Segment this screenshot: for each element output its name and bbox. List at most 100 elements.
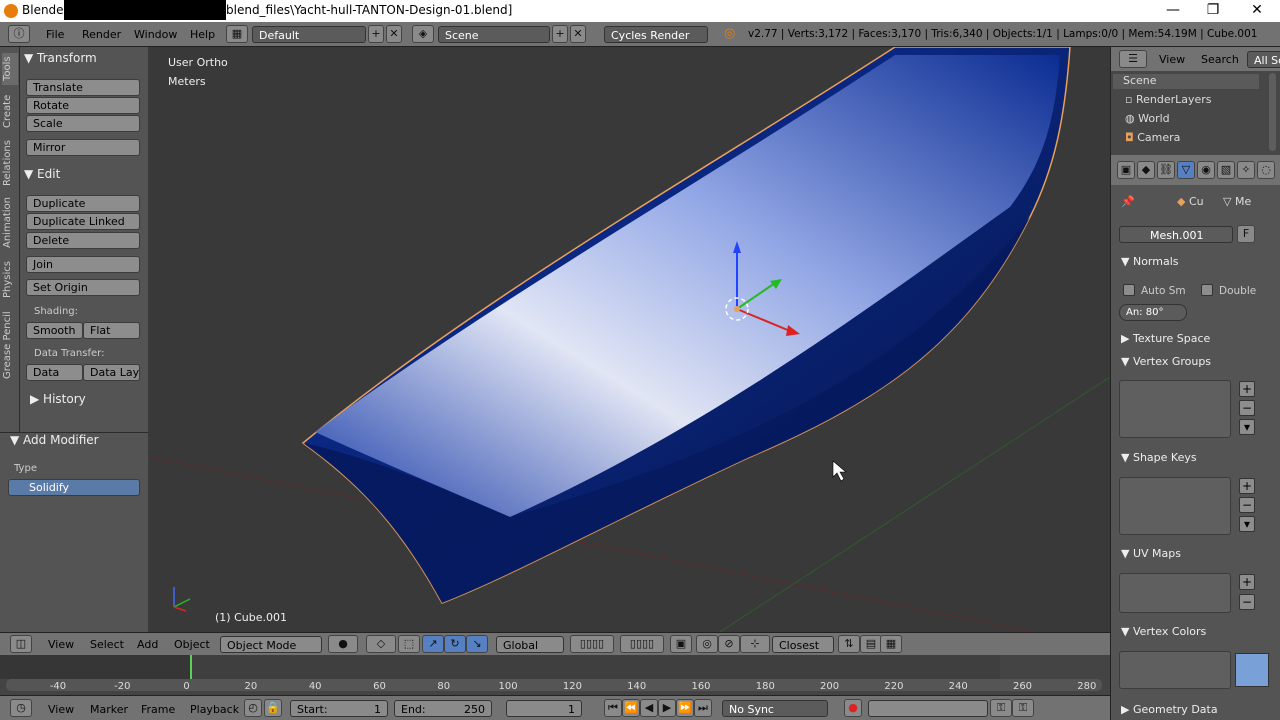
add-scene-icon[interactable]: +	[552, 25, 568, 43]
autosmooth-angle-field[interactable]: An: 80°	[1119, 304, 1187, 321]
maximize-button[interactable]: ❐	[1190, 0, 1236, 22]
object-tab-icon[interactable]: ◆	[1137, 161, 1155, 179]
context-mesh[interactable]: ▽ Me	[1223, 195, 1251, 208]
jump-start-icon[interactable]: ⏮	[604, 699, 622, 717]
translate-manipulator-icon[interactable]: ↗	[422, 635, 444, 653]
menu-file[interactable]: File	[46, 28, 64, 41]
history-panel-header[interactable]: ▶ History	[30, 392, 86, 406]
auto-smooth-checkbox[interactable]	[1123, 284, 1135, 296]
record-icon[interactable]: ●	[844, 699, 862, 717]
add-menu[interactable]: Add	[137, 638, 158, 651]
tab-animation[interactable]: Animation	[2, 195, 18, 251]
vertex-colors-panel-header[interactable]: ▼ Vertex Colors	[1121, 625, 1206, 638]
play-icon[interactable]: ▶	[658, 699, 676, 717]
remove-shape-key-button[interactable]: −	[1239, 497, 1255, 513]
current-frame-marker[interactable]	[190, 655, 192, 681]
info-editor-type-icon[interactable]: ⓘ	[8, 25, 30, 43]
end-frame-field[interactable]: End: 250	[394, 700, 492, 717]
outliner-item-camera[interactable]: ◘ Camera	[1125, 131, 1180, 144]
translate-button[interactable]: Translate	[26, 79, 140, 96]
view3d-editor-type-icon[interactable]: ◫	[10, 635, 32, 653]
mirror-button[interactable]: Mirror	[26, 139, 140, 156]
shape-key-specials-button[interactable]: ▾	[1239, 516, 1255, 532]
tab-create[interactable]: Create	[2, 91, 18, 131]
scale-button[interactable]: Scale	[26, 115, 140, 132]
menu-window[interactable]: Window	[134, 28, 177, 41]
data-transfer-button[interactable]: Data	[26, 364, 83, 381]
remove-scene-icon[interactable]: ✕	[570, 25, 586, 43]
delete-button[interactable]: Delete	[26, 232, 140, 249]
outliner-search-menu[interactable]: Search	[1201, 53, 1239, 66]
vertex-groups-list[interactable]	[1119, 380, 1231, 438]
vertex-group-specials-button[interactable]: ▾	[1239, 419, 1255, 435]
particles-tab-icon[interactable]: ✧	[1237, 161, 1255, 179]
context-object[interactable]: ◆ Cu	[1177, 195, 1204, 208]
jump-end-icon[interactable]: ⏭	[694, 699, 712, 717]
select-menu[interactable]: Select	[90, 638, 124, 651]
delete-keyframe-icon[interactable]: ⚿	[1012, 699, 1034, 717]
edit-panel-header[interactable]: ▼ Edit	[24, 167, 60, 181]
remove-uv-map-button[interactable]: −	[1239, 594, 1255, 610]
set-origin-select[interactable]: Set Origin	[26, 279, 140, 296]
timeline-area[interactable]: -40 -20 0 20 40 60 80 100 120 140 160 180 200 220 240 2…	[0, 655, 1110, 695]
frame-menu[interactable]: Frame	[141, 703, 175, 716]
uv-maps-panel-header[interactable]: ▼ UV Maps	[1121, 547, 1181, 560]
remove-vertex-group-button[interactable]: −	[1239, 400, 1255, 416]
outliner-filter-select[interactable]: All Sc	[1247, 51, 1280, 68]
playback-menu[interactable]: Playback	[190, 703, 239, 716]
shading-mode-icon[interactable]: ●	[328, 635, 358, 653]
data-layout-button[interactable]: Data Layo	[83, 364, 140, 381]
shape-keys-panel-header[interactable]: ▼ Shape Keys	[1121, 451, 1197, 464]
orientation-select[interactable]: Global	[496, 636, 564, 653]
normals-panel-header[interactable]: ▼ Normals	[1121, 255, 1179, 268]
next-key-icon[interactable]: ⏩	[676, 699, 694, 717]
insert-keyframe-icon[interactable]: ⚿	[990, 699, 1012, 717]
outliner-scrollbar[interactable]	[1269, 73, 1276, 151]
start-frame-field[interactable]: Start: 1	[290, 700, 388, 717]
proportional-edit-icon[interactable]: ◎	[696, 635, 718, 653]
render-preview-icon[interactable]: ▤	[860, 635, 882, 653]
screen-layout-field[interactable]: Default	[252, 26, 366, 43]
outliner-item-world[interactable]: ◍ World	[1125, 112, 1170, 125]
layer-buttons-b[interactable]: ▯▯▯▯	[620, 635, 664, 653]
add-modifier-header[interactable]: ▼ Add Modifier	[10, 433, 99, 447]
outliner-item-renderlayers[interactable]: ▫ RenderLayers	[1125, 93, 1212, 106]
modifier-type-select[interactable]: Solidify	[8, 479, 140, 496]
tab-relations[interactable]: Relations	[2, 137, 18, 189]
vertex-colors-list[interactable]	[1119, 651, 1231, 689]
texture-tab-icon[interactable]: ▧	[1217, 161, 1235, 179]
join-button[interactable]: Join	[26, 256, 140, 273]
menu-help[interactable]: Help	[190, 28, 215, 41]
scale-manipulator-icon[interactable]: ↘	[466, 635, 488, 653]
shape-keys-list[interactable]	[1119, 477, 1231, 535]
constraints-tab-icon[interactable]: ⛓	[1157, 161, 1175, 179]
object-menu[interactable]: Object	[174, 638, 210, 651]
layer-buttons-a[interactable]: ▯▯▯▯	[570, 635, 614, 653]
view-menu[interactable]: View	[48, 638, 74, 651]
remove-layout-icon[interactable]: ✕	[386, 25, 402, 43]
close-window-button[interactable]: ✕	[1234, 0, 1280, 22]
rotate-manipulator-icon[interactable]: ↻	[444, 635, 466, 653]
timeline-scrollbar[interactable]	[6, 679, 1102, 691]
tab-tools[interactable]: Tools	[2, 53, 18, 85]
3d-viewport[interactable]: User Ortho Meters (1) Cube.001	[150, 47, 1110, 632]
data-tab-icon[interactable]: ▽	[1177, 161, 1195, 179]
current-frame-field[interactable]: 1	[506, 700, 582, 717]
add-uv-map-button[interactable]: +	[1239, 574, 1255, 590]
add-vertex-group-button[interactable]: +	[1239, 381, 1255, 397]
snap-target-select[interactable]: Closest	[772, 636, 834, 653]
vertex-groups-panel-header[interactable]: ▼ Vertex Groups	[1121, 355, 1211, 368]
keying-set-field[interactable]	[868, 700, 988, 717]
mode-select[interactable]: Object Mode	[220, 636, 322, 653]
align-rotation-icon[interactable]: ⇅	[838, 635, 860, 653]
marker-menu[interactable]: Marker	[90, 703, 128, 716]
add-shape-key-button[interactable]: +	[1239, 478, 1255, 494]
tab-grease-pencil[interactable]: Grease Pencil	[2, 309, 18, 381]
snap-element-icon[interactable]: ⊹	[740, 635, 770, 653]
add-layout-icon[interactable]: +	[368, 25, 384, 43]
smooth-button[interactable]: Smooth	[26, 322, 83, 339]
snap-toggle-icon[interactable]: ⊘	[718, 635, 740, 653]
rotate-button[interactable]: Rotate	[26, 97, 140, 114]
lock-layers-icon[interactable]: ▣	[670, 635, 692, 653]
pivot-icon[interactable]: ◇	[366, 635, 396, 653]
